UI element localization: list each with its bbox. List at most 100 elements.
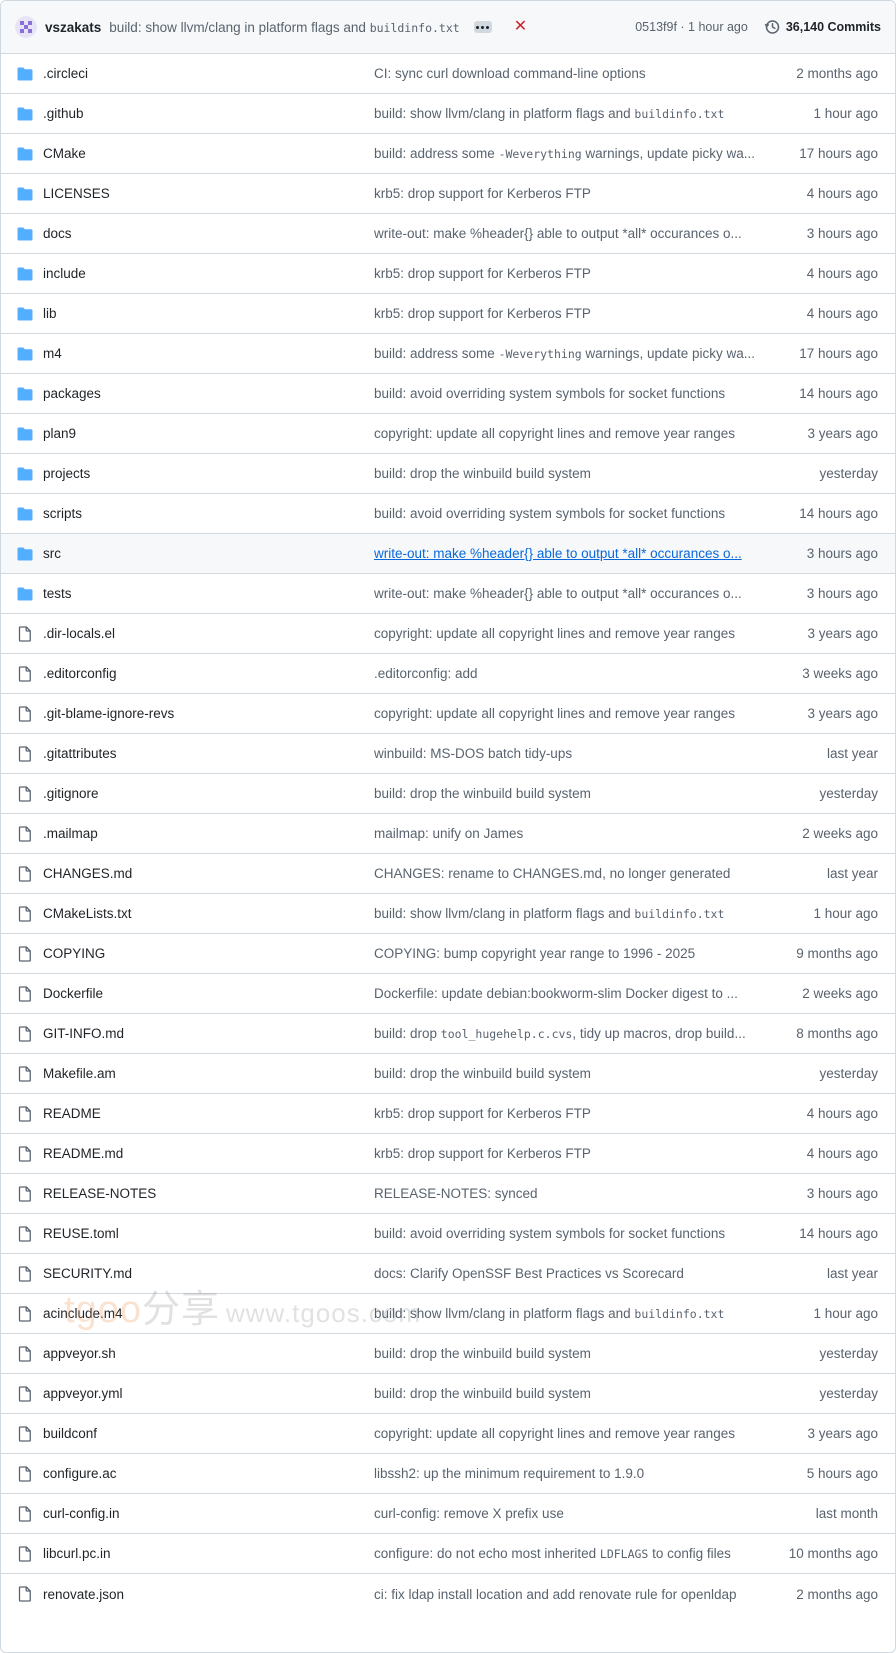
commit-message-link[interactable]: build: show llvm/clang in platform flags… — [374, 1306, 758, 1321]
file-row[interactable]: RELEASE-NOTES RELEASE-NOTES: synced 3 hour… — [1, 1174, 895, 1214]
commit-message-text[interactable]: krb5: drop support for Kerberos FTP — [374, 1106, 591, 1121]
file-row[interactable]: SECURITY.md docs: Clarify OpenSSF Best Pr… — [1, 1254, 895, 1294]
commit-message-code[interactable]: buildinfo.txt — [370, 21, 460, 35]
folder-row[interactable]: projects build: drop the winbuild build s… — [1, 454, 895, 494]
folder-name[interactable]: lib — [43, 306, 57, 321]
file-name[interactable]: buildconf — [43, 1426, 97, 1441]
file-name[interactable]: .gitattributes — [43, 746, 117, 761]
commit-message-code[interactable]: buildinfo.txt — [634, 907, 724, 921]
commit-message-text[interactable]: COPYING: bump copyright year range to 19… — [374, 946, 695, 961]
commit-message-link[interactable]: winbuild: MS-DOS batch tidy-ups — [374, 746, 758, 761]
folder-name[interactable]: include — [43, 266, 86, 281]
commit-message-link[interactable]: build: avoid overriding system symbols f… — [374, 1226, 758, 1241]
commit-message-text[interactable]: build: avoid overriding system symbols f… — [374, 386, 725, 401]
commit-message-link[interactable]: curl-config: remove X prefix use — [374, 1506, 758, 1521]
commit-hash-time[interactable]: 0513f9f · 1 hour ago — [635, 20, 748, 34]
folder-row[interactable]: plan9 copyright: update all copyright lin… — [1, 414, 895, 454]
commit-message-text[interactable]: winbuild: MS-DOS batch tidy-ups — [374, 746, 572, 761]
commits-count[interactable]: 36,140 Commits — [786, 20, 881, 34]
commit-message-link[interactable]: configure: do not echo most inherited LD… — [374, 1546, 758, 1561]
file-name[interactable]: CMakeLists.txt — [43, 906, 132, 921]
file-name[interactable]: appveyor.sh — [43, 1346, 116, 1361]
commit-message-text[interactable]: build: drop the winbuild build system — [374, 1346, 591, 1361]
commit-message-link[interactable]: build: avoid overriding system symbols f… — [374, 386, 758, 401]
commit-message-link[interactable]: write-out: make %header{} able to output… — [374, 586, 758, 601]
folder-name[interactable]: .github — [43, 106, 84, 121]
commit-message-text[interactable]: krb5: drop support for Kerberos FTP — [374, 1146, 591, 1161]
commit-message-text[interactable]: .editorconfig: add — [374, 666, 478, 681]
folder-row[interactable]: docs write-out: make %header{} able to ou… — [1, 214, 895, 254]
file-row[interactable]: CHANGES.md CHANGES: rename to CHANGES.md,… — [1, 854, 895, 894]
commit-message-text[interactable]: krb5: drop support for Kerberos FTP — [374, 266, 591, 281]
file-row[interactable]: .git-blame-ignore-revs copyright: update … — [1, 694, 895, 734]
folder-name[interactable]: packages — [43, 386, 101, 401]
folder-row[interactable]: scripts build: avoid overriding system sy… — [1, 494, 895, 534]
commit-message-link[interactable]: krb5: drop support for Kerberos FTP — [374, 266, 758, 281]
commit-message-text[interactable]: build: avoid overriding system symbols f… — [374, 506, 725, 521]
file-row[interactable]: acinclude.m4 build: show llvm/clang in pl… — [1, 1294, 895, 1334]
file-name[interactable]: SECURITY.md — [43, 1266, 132, 1281]
commit-message-link[interactable]: Dockerfile: update debian:bookworm-slim … — [374, 986, 758, 1001]
folder-name[interactable]: projects — [43, 466, 90, 481]
commit-message-code[interactable]: tool_hugehelp.c.cvs — [441, 1027, 573, 1041]
commit-message-link[interactable]: build: drop the winbuild build system — [374, 466, 758, 481]
commit-message-text[interactable]: build: address some — [374, 146, 499, 161]
commit-message-text[interactable]: CHANGES: rename to CHANGES.md, no longer… — [374, 866, 730, 881]
commit-message-text[interactable]: write-out: make %header{} able to output… — [374, 586, 742, 601]
commit-message-code[interactable]: -Weverything — [499, 147, 582, 161]
commit-message-text[interactable]: build: avoid overriding system symbols f… — [374, 1226, 725, 1241]
file-row[interactable]: .dir-locals.el copyright: update all copy… — [1, 614, 895, 654]
commit-message-link[interactable]: docs: Clarify OpenSSF Best Practices vs … — [374, 1266, 758, 1281]
commit-message-link[interactable]: build: drop the winbuild build system — [374, 1386, 758, 1401]
file-row[interactable]: .editorconfig .editorconfig: add 3 weeks a… — [1, 654, 895, 694]
file-name[interactable]: Dockerfile — [43, 986, 103, 1001]
commit-message-link[interactable]: krb5: drop support for Kerberos FTP — [374, 1146, 758, 1161]
x-mark-icon[interactable]: ✕ — [514, 19, 527, 35]
file-name[interactable]: Makefile.am — [43, 1066, 116, 1081]
commit-message-code[interactable]: buildinfo.txt — [634, 107, 724, 121]
commit-message-tail[interactable]: , tidy up macros, drop build... — [572, 1026, 745, 1041]
file-row[interactable]: .mailmap mailmap: unify on James 2 weeks a… — [1, 814, 895, 854]
commit-message-text[interactable]: build: show llvm/clang in platform flags… — [109, 20, 369, 35]
commit-message-link[interactable]: krb5: drop support for Kerberos FTP — [374, 306, 758, 321]
commit-message-link[interactable]: build: drop the winbuild build system — [374, 1066, 758, 1081]
commit-message-link[interactable]: copyright: update all copyright lines an… — [374, 706, 758, 721]
commit-message-link[interactable]: build: drop the winbuild build system — [374, 1346, 758, 1361]
commit-message-text[interactable]: copyright: update all copyright lines an… — [374, 1426, 735, 1441]
file-name[interactable]: .git-blame-ignore-revs — [43, 706, 174, 721]
folder-name[interactable]: CMake — [43, 146, 86, 161]
folder-row[interactable]: .circleci CI: sync curl download command-… — [1, 54, 895, 94]
commit-message-text[interactable]: docs: Clarify OpenSSF Best Practices vs … — [374, 1266, 684, 1281]
folder-row[interactable]: m4 build: address some -Weverything warni… — [1, 334, 895, 374]
commit-message-text[interactable]: copyright: update all copyright lines an… — [374, 426, 735, 441]
commit-message-text[interactable]: mailmap: unify on James — [374, 826, 523, 841]
commit-message-tail[interactable]: warnings, update picky wa... — [582, 346, 755, 361]
commit-message-link[interactable]: mailmap: unify on James — [374, 826, 758, 841]
commit-message-link[interactable]: CHANGES: rename to CHANGES.md, no longer… — [374, 866, 758, 881]
commit-message[interactable]: build: show llvm/clang in platform flags… — [109, 20, 459, 35]
file-row[interactable]: GIT-INFO.md build: drop tool_hugehelp.c.c… — [1, 1014, 895, 1054]
commit-message-text[interactable]: build: drop the winbuild build system — [374, 786, 591, 801]
file-row[interactable]: Makefile.am build: drop the winbuild buil… — [1, 1054, 895, 1094]
file-name[interactable]: README.md — [43, 1146, 123, 1161]
commit-message-link[interactable]: build: drop the winbuild build system — [374, 786, 758, 801]
commit-message-link[interactable]: build: show llvm/clang in platform flags… — [374, 106, 758, 121]
commit-message-code[interactable]: -Weverything — [499, 347, 582, 361]
folder-name[interactable]: tests — [43, 586, 72, 601]
commit-message-text[interactable]: build: drop the winbuild build system — [374, 1066, 591, 1081]
folder-row[interactable]: CMake build: address some -Weverything wa… — [1, 134, 895, 174]
folder-name[interactable]: scripts — [43, 506, 82, 521]
file-name[interactable]: acinclude.m4 — [43, 1306, 123, 1321]
folder-name[interactable]: .circleci — [43, 66, 88, 81]
commit-message-link[interactable]: build: show llvm/clang in platform flags… — [374, 906, 758, 921]
folder-row[interactable]: packages build: avoid overriding system s… — [1, 374, 895, 414]
commit-message-link[interactable]: copyright: update all copyright lines an… — [374, 1426, 758, 1441]
file-row[interactable]: COPYING COPYING: bump copyright year rang… — [1, 934, 895, 974]
commit-message-link[interactable]: build: avoid overriding system symbols f… — [374, 506, 758, 521]
folder-row[interactable]: .github build: show llvm/clang in platfor… — [1, 94, 895, 134]
commit-message-text[interactable]: CI: sync curl download command-line opti… — [374, 66, 646, 81]
file-name[interactable]: renovate.json — [43, 1587, 124, 1602]
commit-author[interactable]: vszakats — [45, 20, 101, 35]
commit-message-text[interactable]: write-out: make %header{} able to output… — [374, 546, 742, 561]
commit-message-text[interactable]: RELEASE-NOTES: synced — [374, 1186, 538, 1201]
